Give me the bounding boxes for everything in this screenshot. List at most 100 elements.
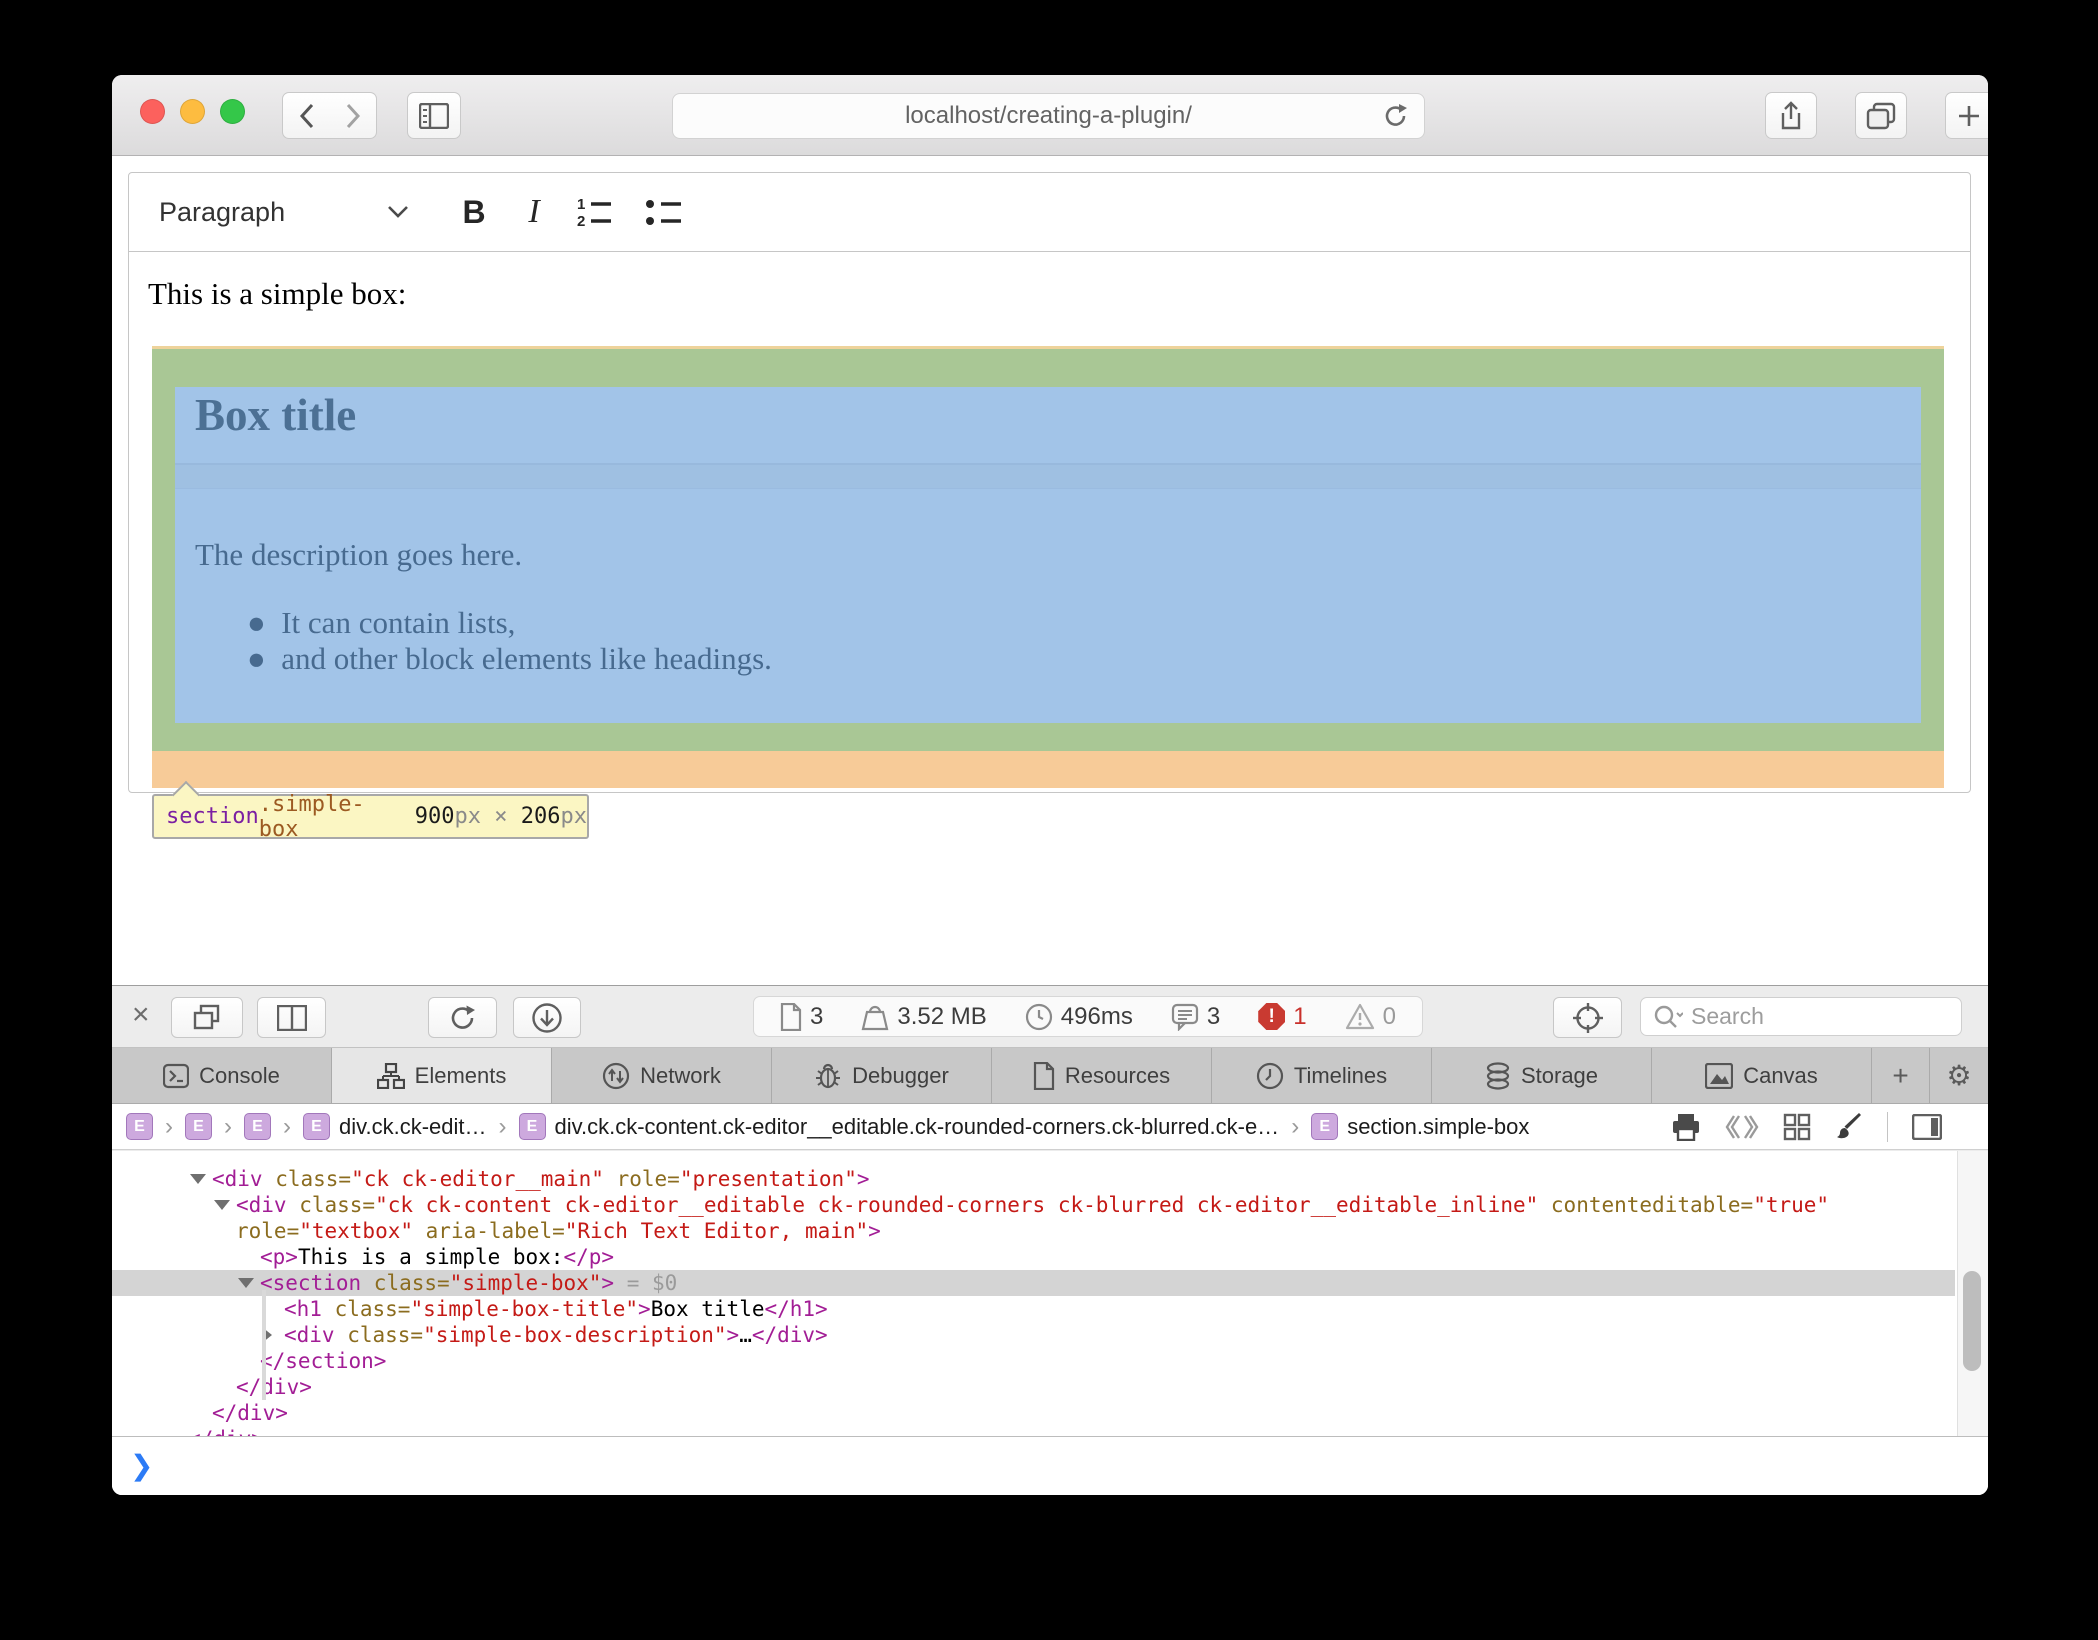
sidebar-toggle-button[interactable]: [407, 92, 461, 139]
breadcrumb-separator-icon: ›: [165, 1113, 173, 1141]
stat-documents[interactable]: 3: [780, 1003, 823, 1031]
dock-side-button[interactable]: [257, 997, 326, 1038]
stat-transferred-value: 3.52 MB: [897, 1003, 986, 1031]
close-window-button[interactable]: [140, 99, 165, 124]
code-segment: This is a simple box:: [298, 1245, 564, 1269]
dom-tree-line[interactable]: <div class="ck ck-content ck-editor__edi…: [112, 1192, 1955, 1218]
stat-load-time[interactable]: 496ms: [1025, 1003, 1133, 1031]
warning-icon: [1345, 1003, 1375, 1030]
tab-console[interactable]: Console: [112, 1048, 332, 1103]
stat-errors-value: 1: [1293, 1003, 1306, 1031]
breadcrumb-item[interactable]: E: [126, 1113, 153, 1140]
reload-page-button[interactable]: [428, 997, 497, 1038]
code-segment: …: [739, 1323, 752, 1347]
dom-tree-line[interactable]: <p>This is a simple box:</p>: [112, 1244, 1955, 1270]
box-bullet-item[interactable]: ● and other block elements like headings…: [247, 641, 772, 677]
new-tab-button[interactable]: [1945, 92, 1988, 139]
zoom-window-button[interactable]: [220, 99, 245, 124]
tab-elements[interactable]: Elements: [332, 1048, 552, 1103]
dom-tree-line[interactable]: <div class="ck ck-editor__main" role="pr…: [112, 1166, 1955, 1192]
paragraph-style-dropdown[interactable]: Paragraph: [129, 197, 409, 228]
gear-icon: ⚙: [1946, 1059, 1971, 1092]
tab-canvas[interactable]: Canvas: [1652, 1048, 1872, 1103]
code-segment: role=: [236, 1219, 299, 1243]
add-tab-button[interactable]: +: [1872, 1048, 1930, 1103]
forward-button[interactable]: [329, 92, 377, 139]
dom-tree-line[interactable]: </div>: [112, 1426, 1955, 1436]
tab-timelines[interactable]: Timelines: [1212, 1048, 1432, 1103]
bulleted-list-button[interactable]: [629, 195, 699, 229]
expanded-arrow-icon[interactable]: [214, 1200, 230, 1210]
layout-grid-button[interactable]: [1783, 1113, 1811, 1141]
highlight-content-box[interactable]: Box title The description goes here. ● I…: [175, 387, 1921, 723]
address-bar[interactable]: localhost/creating-a-plugin/: [672, 93, 1425, 139]
back-button[interactable]: [282, 92, 331, 139]
print-styles-button[interactable]: [1671, 1113, 1701, 1141]
expanded-arrow-icon[interactable]: [238, 1278, 254, 1288]
code-segment: >: [727, 1323, 740, 1347]
numbered-list-button[interactable]: 12: [559, 195, 629, 229]
bullet-dot: ●: [247, 605, 281, 640]
breadcrumb-item[interactable]: Ediv.ck.ck-edit…: [303, 1113, 487, 1140]
detach-inspector-button[interactable]: [171, 997, 243, 1038]
stat-warnings[interactable]: 0: [1345, 1003, 1396, 1031]
tab-label: Timelines: [1294, 1063, 1387, 1089]
stat-console-messages[interactable]: 3: [1171, 1003, 1220, 1031]
tooltip-class: .simple-box: [259, 792, 402, 842]
simple-box-title[interactable]: Box title: [195, 389, 356, 441]
reload-icon[interactable]: [1382, 102, 1410, 130]
quick-console-prompt[interactable]: ❯: [112, 1436, 1988, 1495]
resource-stats-bar: 3 3.52 MB 496ms 3 ! 1: [753, 996, 1423, 1037]
dom-tree-line[interactable]: </div>: [112, 1374, 1955, 1400]
dom-tree-line[interactable]: role="textbox" aria-label="Rich Text Edi…: [112, 1218, 1955, 1244]
inspector-size-tooltip: section.simple-box 900px × 206px: [152, 794, 589, 839]
tab-network[interactable]: Network: [552, 1048, 772, 1103]
share-button[interactable]: [1765, 92, 1817, 139]
svg-text:2: 2: [577, 213, 585, 229]
dom-tree-line[interactable]: </section>: [112, 1348, 1955, 1374]
close-inspector-button[interactable]: ×: [132, 998, 150, 1032]
bullet-text: and other block elements like headings.: [281, 641, 772, 676]
styles-paintbrush-button[interactable]: [1835, 1113, 1863, 1141]
box-divider-band: [175, 465, 1921, 488]
simple-box-description[interactable]: The description goes here.: [195, 537, 522, 573]
dom-tree-line[interactable]: </div>: [112, 1400, 1955, 1426]
tree-scrollbar[interactable]: [1957, 1151, 1988, 1436]
web-page-content: Paragraph B I 12 This is a simple box: B…: [112, 156, 1988, 985]
details-sidebar-toggle-button[interactable]: [1912, 1114, 1942, 1140]
element-picker-button[interactable]: [1553, 997, 1622, 1038]
code-segment: "ck ck-content ck-editor__editable ck-ro…: [375, 1193, 1538, 1217]
dom-tree-line[interactable]: <div class="simple-box-description">…</d…: [112, 1322, 1955, 1348]
download-webarchive-button[interactable]: [513, 997, 581, 1038]
source-code-button[interactable]: [1725, 1114, 1759, 1140]
minimize-window-button[interactable]: [180, 99, 205, 124]
element-badge: E: [244, 1113, 271, 1140]
inspector-search-input[interactable]: Search: [1640, 997, 1962, 1036]
code-segment: "presentation": [680, 1167, 857, 1191]
tab-label: Network: [640, 1063, 721, 1089]
breadcrumb-item[interactable]: E: [244, 1113, 271, 1140]
tab-resources[interactable]: Resources: [992, 1048, 1212, 1103]
box-bullet-item[interactable]: ● It can contain lists,: [247, 605, 515, 641]
dom-tree-line[interactable]: <h1 class="simple-box-title">Box title</…: [112, 1296, 1955, 1322]
stat-documents-value: 3: [810, 1003, 823, 1031]
inspector-tab-bar: Console Elements Network Debugger Resour…: [112, 1048, 1988, 1104]
tab-storage[interactable]: Storage: [1432, 1048, 1652, 1103]
tab-overview-button[interactable]: [1855, 92, 1907, 139]
expanded-arrow-icon[interactable]: [190, 1174, 206, 1184]
stat-transferred[interactable]: 3.52 MB: [861, 1003, 986, 1031]
inspector-settings-button[interactable]: ⚙: [1930, 1048, 1988, 1103]
dom-tree-line[interactable]: <section class="simple-box"> = $0: [112, 1270, 1955, 1296]
breadcrumb-item-selected[interactable]: Esection.simple-box: [1311, 1113, 1529, 1140]
breadcrumb-separator-icon: ›: [499, 1113, 507, 1141]
italic-button[interactable]: I: [509, 193, 559, 231]
bold-button[interactable]: B: [439, 194, 509, 231]
breadcrumb-label: div.ck.ck-content.ck-editor__editable.ck…: [555, 1114, 1280, 1140]
scrollbar-thumb[interactable]: [1963, 1271, 1981, 1371]
editor-paragraph-text[interactable]: This is a simple box:: [148, 276, 406, 312]
tab-debugger[interactable]: Debugger: [772, 1048, 992, 1103]
breadcrumb-item[interactable]: Ediv.ck.ck-content.ck-editor__editable.c…: [519, 1113, 1280, 1140]
stat-errors[interactable]: ! 1: [1258, 1003, 1306, 1031]
code-segment: </div>: [212, 1401, 288, 1425]
breadcrumb-item[interactable]: E: [185, 1113, 212, 1140]
